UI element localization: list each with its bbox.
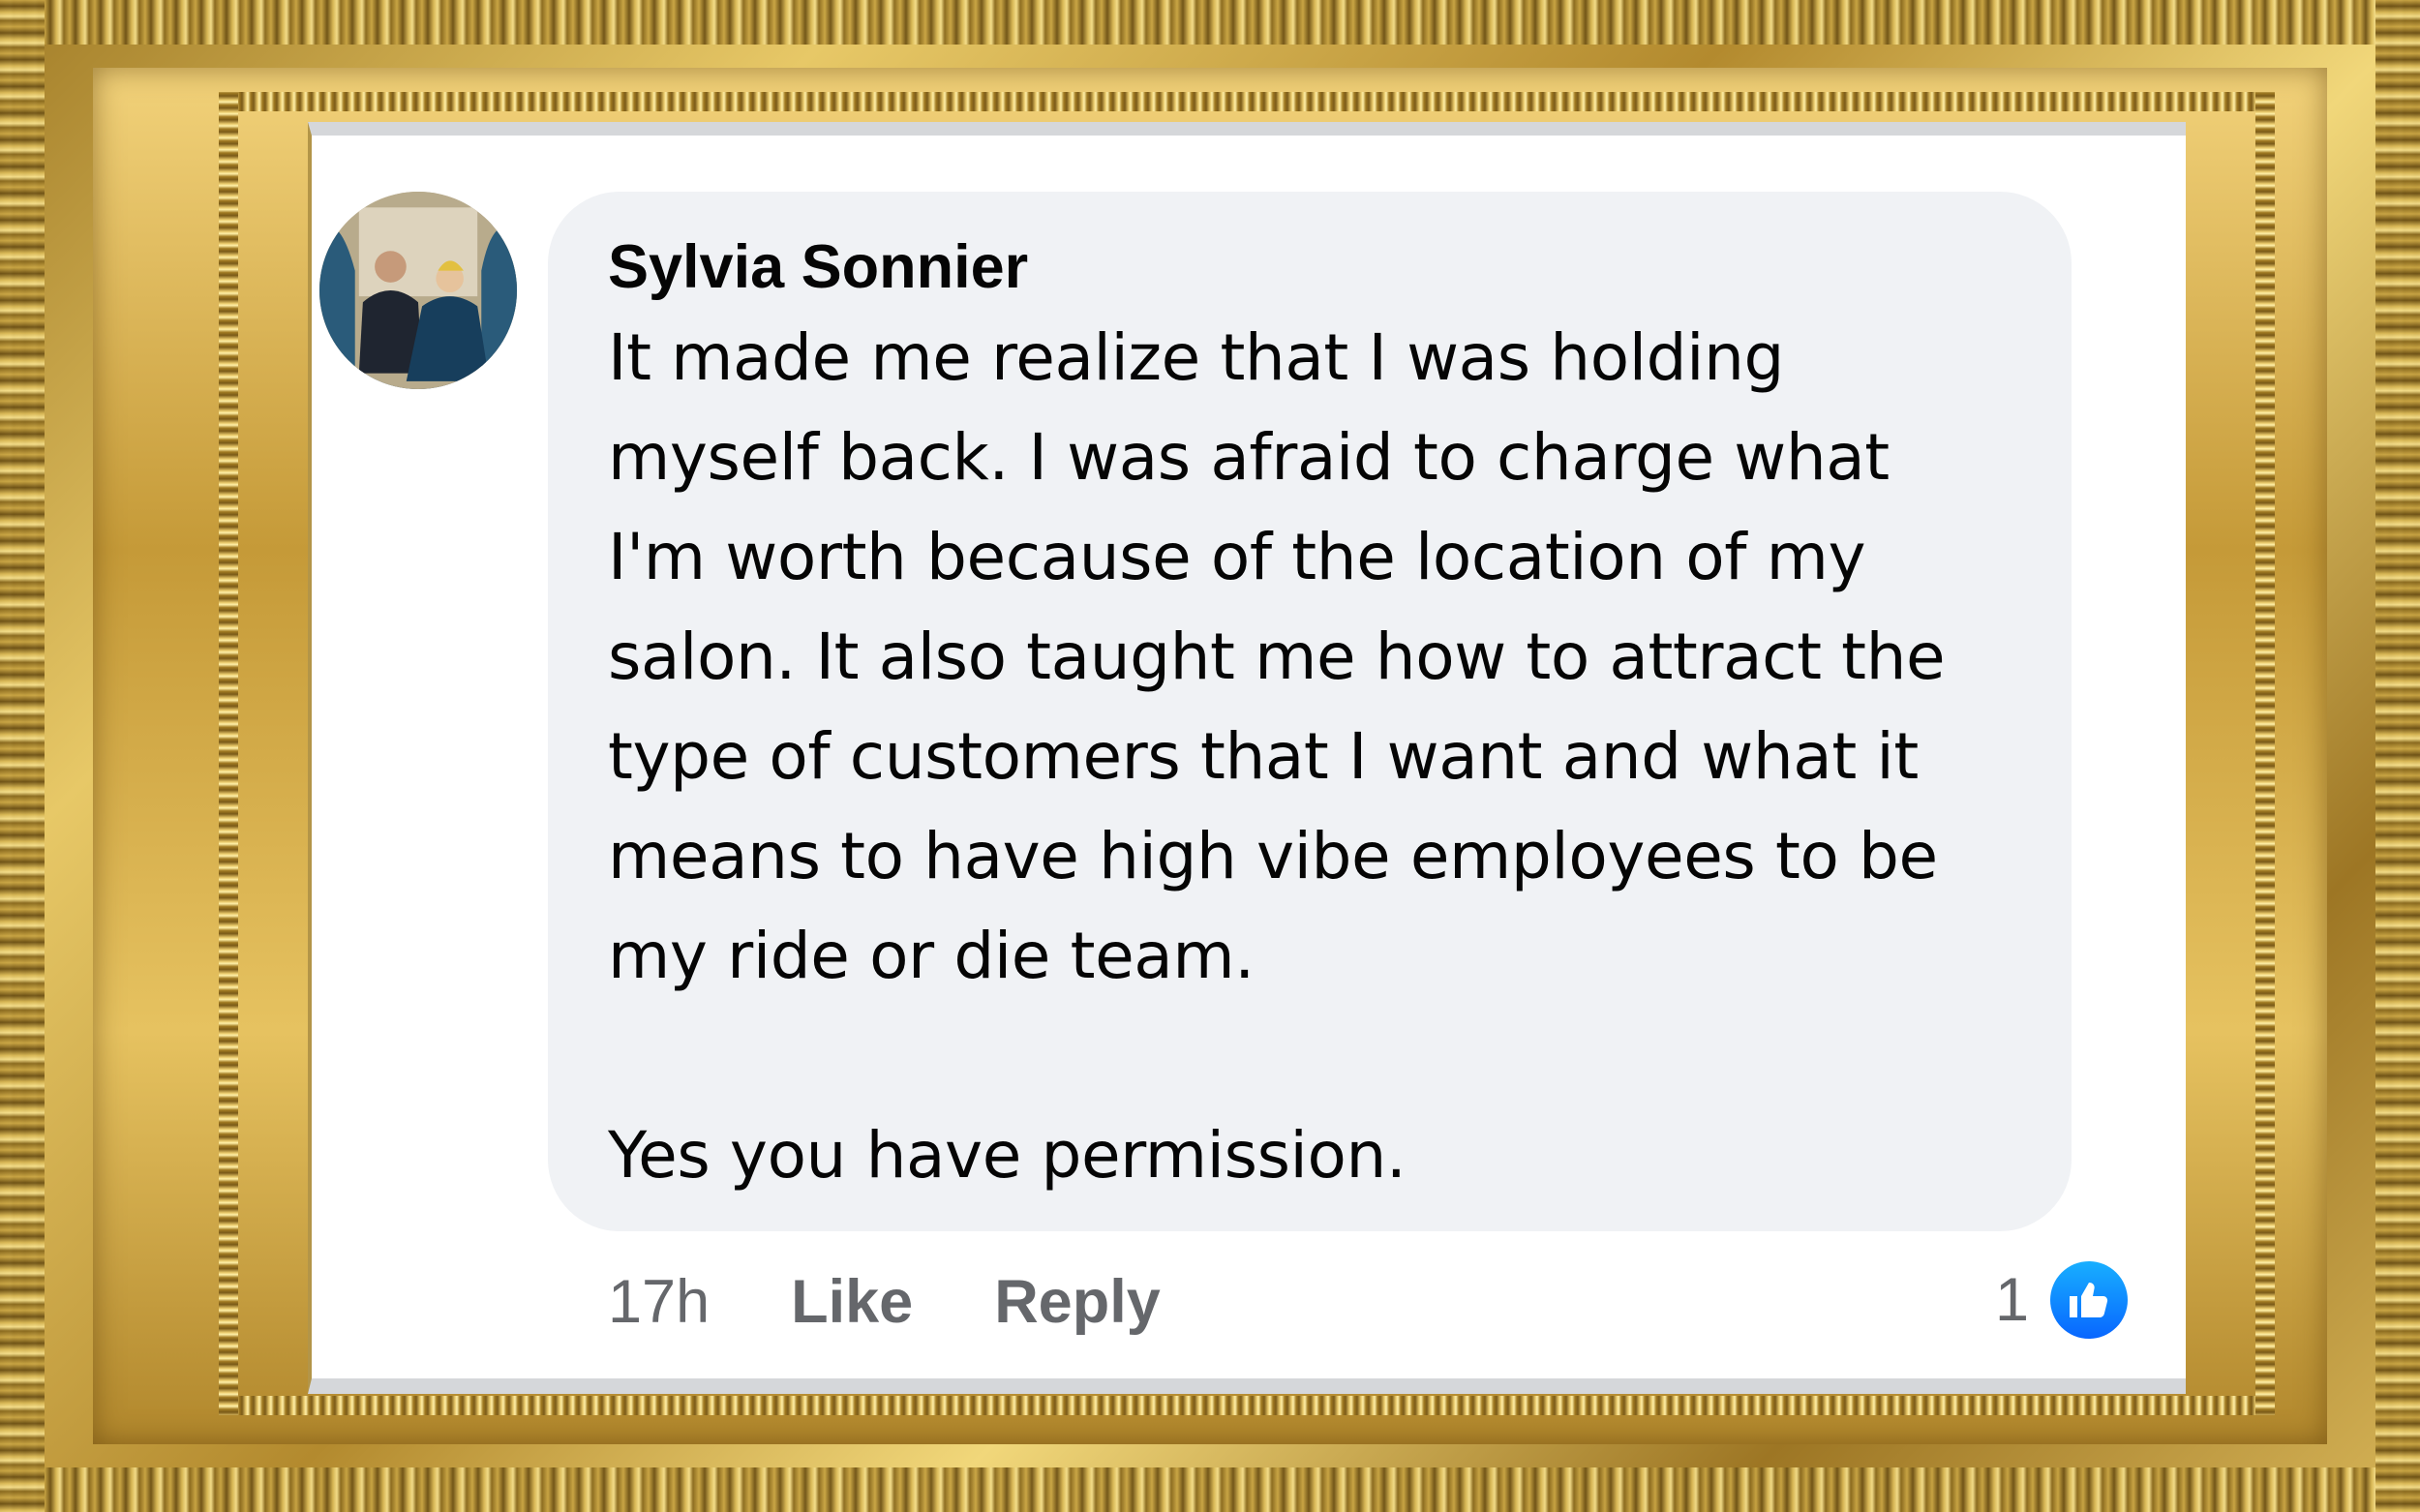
comment-timestamp[interactable]: 17h <box>608 1267 710 1337</box>
avatar-photo <box>319 192 517 389</box>
comment-actions: 17h Like Reply <box>608 1258 1242 1346</box>
comment-bubble: Sylvia Sonnier It made me realize that I… <box>548 192 2072 1231</box>
comment-screenshot: Sylvia Sonnier It made me realize that I… <box>308 122 2186 1394</box>
like-button[interactable]: Like <box>791 1267 913 1337</box>
reaction-summary[interactable]: 1 <box>1995 1256 2128 1344</box>
avatar[interactable] <box>319 192 517 389</box>
reaction-count: 1 <box>1994 1266 2029 1334</box>
comment-text: It made me realize that I was holding my… <box>608 320 1946 1193</box>
like-icon <box>2050 1261 2128 1339</box>
gold-picture-frame: Sylvia Sonnier It made me realize that I… <box>0 0 2420 1512</box>
reply-button[interactable]: Reply <box>994 1267 1161 1337</box>
comment-author[interactable]: Sylvia Sonnier <box>608 228 2012 306</box>
